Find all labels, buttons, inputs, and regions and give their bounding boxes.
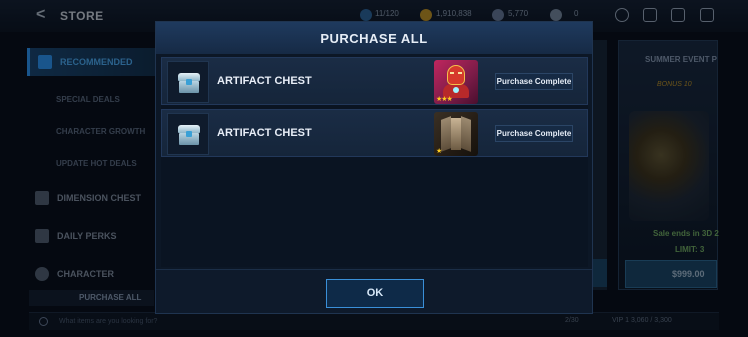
item-name: ARTIFACT CHEST: [217, 75, 312, 87]
purchase-all-dialog: PURCHASE ALL ARTIFACT CHEST ★★★ Purchase…: [155, 21, 593, 314]
item-name: ARTIFACT CHEST: [217, 127, 312, 139]
reward-stars: ★: [436, 148, 442, 155]
artifact-chest-icon: [178, 125, 200, 145]
status-badge: Purchase Complete: [495, 73, 573, 90]
dialog-footer: OK: [156, 269, 592, 313]
reward-hero-icon: ★★★: [434, 60, 478, 104]
list-item: ARTIFACT CHEST ★★★ Purchase Complete: [161, 57, 588, 105]
item-icon-frame: [167, 113, 209, 155]
reward-stars: ★★★: [436, 96, 453, 103]
dialog-title: PURCHASE ALL: [320, 30, 428, 46]
purchase-list: ARTIFACT CHEST ★★★ Purchase Complete ART…: [161, 57, 588, 267]
item-icon-frame: [167, 61, 209, 103]
reward-artifact-icon: ★: [434, 112, 478, 156]
status-badge: Purchase Complete: [495, 125, 573, 142]
dialog-header: PURCHASE ALL: [156, 22, 592, 54]
artifact-chest-icon: [178, 73, 200, 93]
list-item: ARTIFACT CHEST ★ Purchase Complete: [161, 109, 588, 157]
ok-button[interactable]: OK: [326, 279, 424, 308]
